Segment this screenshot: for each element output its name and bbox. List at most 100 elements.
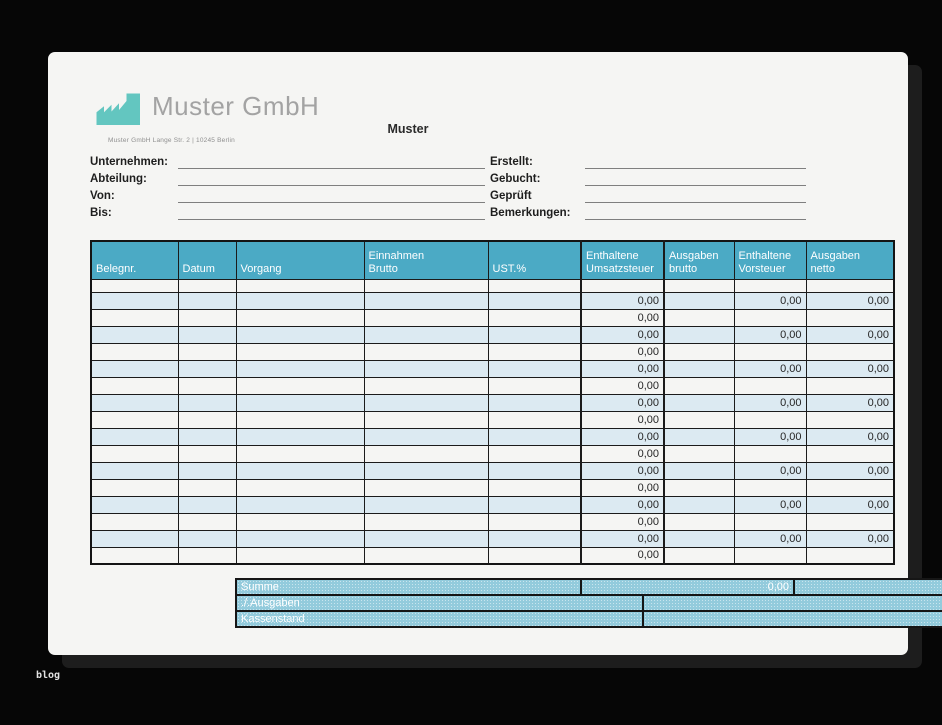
table-cell[interactable]: 0,00 — [581, 530, 664, 547]
table-cell[interactable] — [806, 547, 894, 564]
table-cell[interactable]: 0,00 — [581, 377, 664, 394]
table-cell[interactable] — [734, 445, 806, 462]
table-cell[interactable] — [236, 547, 364, 564]
table-cell[interactable] — [488, 343, 581, 360]
table-cell[interactable] — [664, 394, 734, 411]
table-cell[interactable] — [806, 309, 894, 326]
table-cell[interactable] — [364, 394, 488, 411]
table-cell[interactable] — [488, 547, 581, 564]
geprueft-field[interactable] — [585, 189, 806, 203]
table-cell[interactable] — [364, 377, 488, 394]
table-cell[interactable] — [91, 292, 178, 309]
table-cell[interactable] — [178, 377, 236, 394]
table-cell[interactable] — [91, 496, 178, 513]
table-cell[interactable] — [664, 496, 734, 513]
table-cell[interactable] — [364, 513, 488, 530]
table-cell[interactable] — [364, 479, 488, 496]
table-cell[interactable] — [364, 309, 488, 326]
table-cell[interactable] — [91, 445, 178, 462]
table-cell[interactable] — [236, 343, 364, 360]
table-cell[interactable] — [734, 513, 806, 530]
table-cell[interactable] — [664, 360, 734, 377]
table-cell[interactable]: 0,00 — [806, 428, 894, 445]
table-cell[interactable] — [236, 496, 364, 513]
table-cell[interactable]: 0,00 — [734, 394, 806, 411]
von-field[interactable] — [178, 189, 485, 203]
table-cell[interactable] — [664, 479, 734, 496]
table-cell[interactable]: 0,00 — [581, 394, 664, 411]
table-cell[interactable]: 0,00 — [806, 326, 894, 343]
table-cell[interactable] — [178, 394, 236, 411]
table-cell[interactable] — [364, 547, 488, 564]
table-cell[interactable] — [734, 343, 806, 360]
table-cell[interactable] — [178, 279, 236, 292]
table-cell[interactable] — [236, 479, 364, 496]
table-cell[interactable]: 0,00 — [581, 513, 664, 530]
gebucht-field[interactable] — [585, 172, 806, 186]
table-cell[interactable] — [178, 411, 236, 428]
table-cell[interactable] — [91, 513, 178, 530]
table-cell[interactable] — [734, 377, 806, 394]
table-cell[interactable] — [178, 462, 236, 479]
table-cell[interactable] — [806, 279, 894, 292]
table-cell[interactable] — [236, 428, 364, 445]
table-cell[interactable] — [178, 547, 236, 564]
table-cell[interactable] — [91, 479, 178, 496]
table-cell[interactable]: 0,00 — [581, 292, 664, 309]
table-cell[interactable] — [178, 445, 236, 462]
table-cell[interactable] — [488, 513, 581, 530]
table-cell[interactable] — [364, 530, 488, 547]
table-cell[interactable] — [734, 411, 806, 428]
table-cell[interactable] — [664, 292, 734, 309]
table-cell[interactable] — [664, 326, 734, 343]
table-cell[interactable] — [488, 326, 581, 343]
table-cell[interactable] — [364, 326, 488, 343]
table-cell[interactable] — [91, 360, 178, 377]
table-cell[interactable] — [488, 479, 581, 496]
table-cell[interactable] — [664, 279, 734, 292]
table-cell[interactable] — [806, 411, 894, 428]
table-cell[interactable] — [664, 343, 734, 360]
table-cell[interactable] — [664, 377, 734, 394]
table-cell[interactable]: 0,00 — [581, 309, 664, 326]
table-cell[interactable] — [488, 309, 581, 326]
bis-field[interactable] — [178, 206, 485, 220]
table-cell[interactable] — [236, 309, 364, 326]
table-cell[interactable]: 0,00 — [734, 428, 806, 445]
table-cell[interactable] — [488, 530, 581, 547]
table-cell[interactable]: 0,00 — [806, 462, 894, 479]
table-cell[interactable]: 0,00 — [581, 479, 664, 496]
table-cell[interactable] — [236, 445, 364, 462]
table-cell[interactable] — [178, 496, 236, 513]
table-cell[interactable]: 0,00 — [581, 360, 664, 377]
table-cell[interactable]: 0,00 — [734, 530, 806, 547]
table-cell[interactable] — [236, 377, 364, 394]
table-cell[interactable] — [488, 445, 581, 462]
table-cell[interactable] — [664, 309, 734, 326]
table-cell[interactable] — [488, 279, 581, 292]
table-cell[interactable] — [91, 428, 178, 445]
table-cell[interactable] — [236, 411, 364, 428]
table-cell[interactable]: 0,00 — [806, 496, 894, 513]
table-cell[interactable] — [91, 547, 178, 564]
table-cell[interactable]: 0,00 — [734, 360, 806, 377]
table-cell[interactable] — [91, 394, 178, 411]
table-cell[interactable]: 0,00 — [581, 326, 664, 343]
table-cell[interactable] — [178, 292, 236, 309]
bemerkungen-field[interactable] — [585, 206, 806, 220]
table-cell[interactable] — [236, 326, 364, 343]
table-cell[interactable]: 0,00 — [734, 496, 806, 513]
table-cell[interactable] — [236, 530, 364, 547]
erstellt-field[interactable] — [585, 155, 806, 169]
table-cell[interactable] — [664, 513, 734, 530]
table-cell[interactable] — [364, 462, 488, 479]
unternehmen-field[interactable] — [178, 155, 485, 169]
table-cell[interactable] — [488, 462, 581, 479]
table-cell[interactable] — [364, 411, 488, 428]
table-cell[interactable] — [806, 445, 894, 462]
table-cell[interactable] — [91, 279, 178, 292]
table-cell[interactable] — [178, 530, 236, 547]
table-cell[interactable]: 0,00 — [581, 445, 664, 462]
table-cell[interactable]: 0,00 — [806, 394, 894, 411]
table-cell[interactable] — [364, 292, 488, 309]
